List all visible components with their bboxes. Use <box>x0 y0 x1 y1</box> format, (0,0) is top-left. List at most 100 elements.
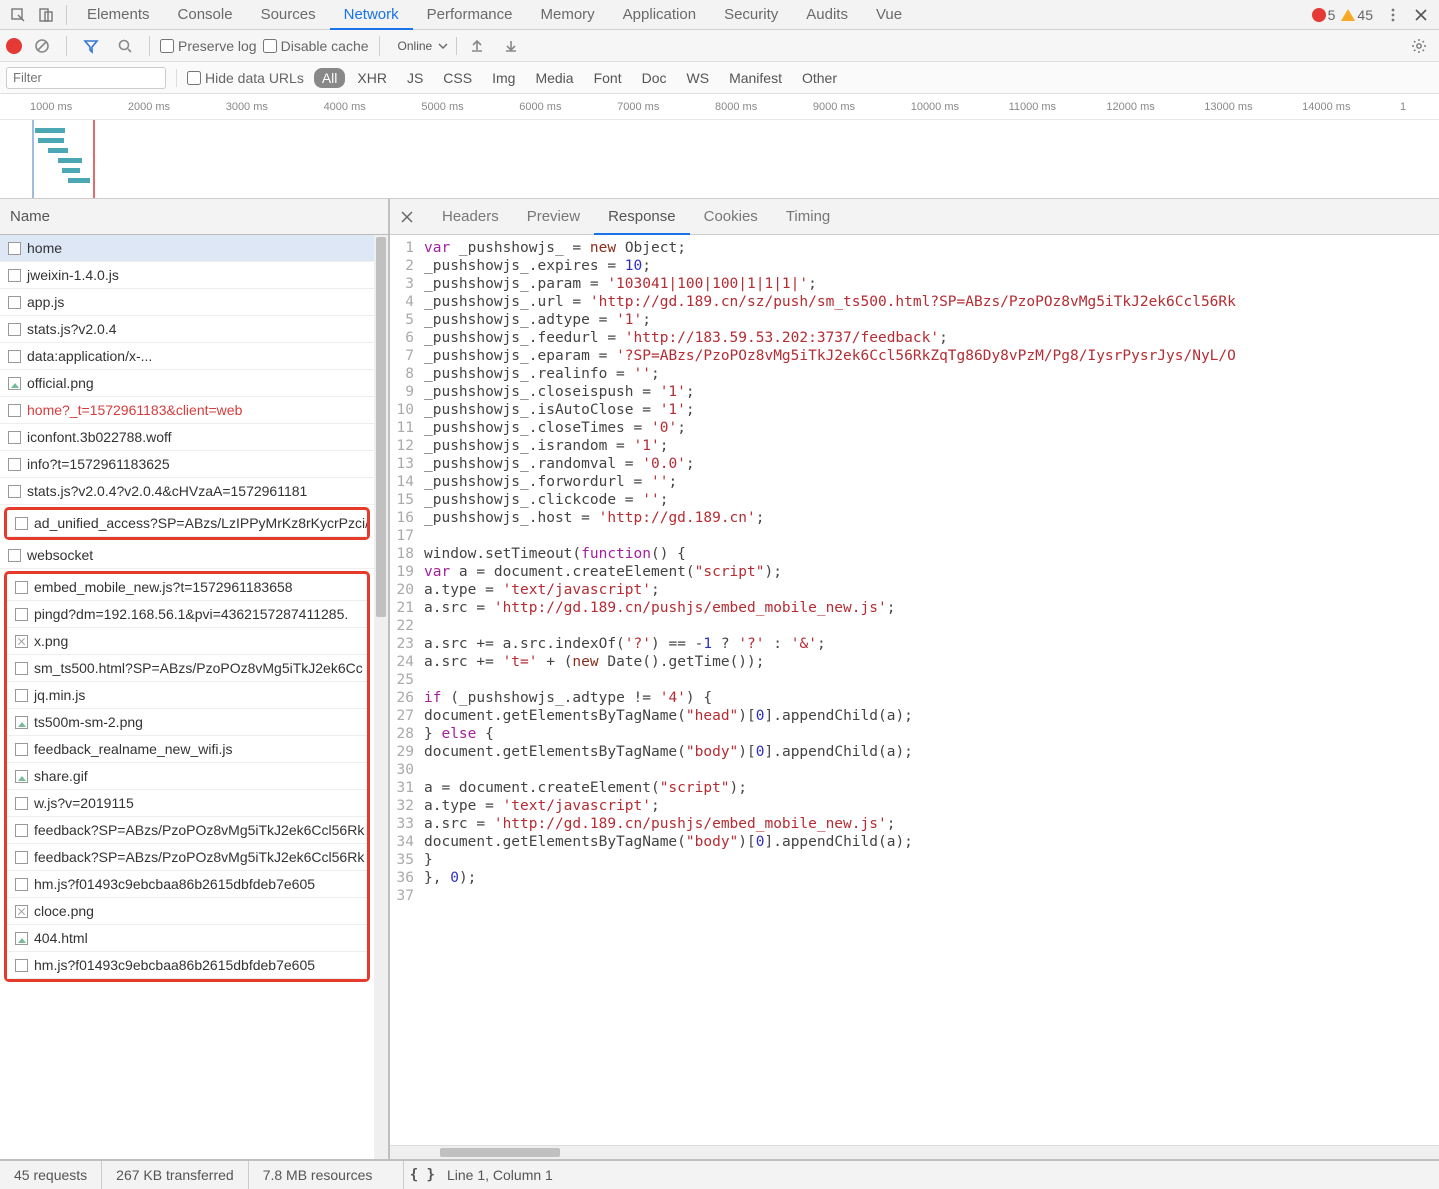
error-count[interactable]: 5 <box>1328 7 1336 23</box>
code-line <box>424 671 1439 689</box>
request-row[interactable]: websocket <box>0 542 374 569</box>
main-panel: Name homejweixin-1.4.0.jsapp.jsstats.js?… <box>0 199 1439 1159</box>
request-row[interactable]: hm.js?f01493c9ebcbaa86b2615dbfdeb7e605 <box>7 952 367 979</box>
request-row[interactable]: cloce.png <box>7 898 367 925</box>
request-row[interactable]: data:application/x-... <box>0 343 374 370</box>
filter-type-img[interactable]: Img <box>484 68 523 88</box>
request-row[interactable]: app.js <box>0 289 374 316</box>
request-name: info?t=1572961183625 <box>27 456 170 472</box>
request-row[interactable]: home?_t=1572961183&client=web <box>0 397 374 424</box>
request-row[interactable]: info?t=1572961183625 <box>0 451 374 478</box>
request-row[interactable]: iconfont.3b022788.woff <box>0 424 374 451</box>
disable-cache-checkbox[interactable]: Disable cache <box>263 38 369 54</box>
settings-gear-icon[interactable] <box>1405 32 1433 60</box>
filter-type-doc[interactable]: Doc <box>634 68 675 88</box>
request-row[interactable]: home <box>0 235 374 262</box>
code-line: a.src = 'http://gd.189.cn/pushjs/embed_m… <box>424 599 1439 617</box>
main-tab-memory[interactable]: Memory <box>527 0 609 30</box>
search-icon[interactable] <box>111 32 139 60</box>
main-tab-vue[interactable]: Vue <box>862 0 916 30</box>
highlight-box: embed_mobile_new.js?t=1572961183658pingd… <box>4 571 370 982</box>
vertical-scrollbar[interactable] <box>374 235 388 1159</box>
request-row[interactable]: jweixin-1.4.0.js <box>0 262 374 289</box>
request-row[interactable]: ad_unified_access?SP=ABzs/LzIPPyMrKz8rKy… <box>7 510 367 537</box>
code-line: _pushshowjs_.expires = 10; <box>424 257 1439 275</box>
filter-type-manifest[interactable]: Manifest <box>721 68 790 88</box>
request-row[interactable]: feedback?SP=ABzs/PzoPOz8vMg5iTkJ2ek6Ccl5… <box>7 817 367 844</box>
main-tab-performance[interactable]: Performance <box>413 0 527 30</box>
filter-type-all[interactable]: All <box>314 68 346 88</box>
filter-type-xhr[interactable]: XHR <box>349 68 395 88</box>
filter-type-font[interactable]: Font <box>586 68 630 88</box>
line-number: 1 <box>390 239 414 257</box>
record-icon[interactable] <box>6 38 22 54</box>
main-tab-network[interactable]: Network <box>330 0 413 30</box>
close-detail-icon[interactable] <box>398 208 416 226</box>
filter-type-other[interactable]: Other <box>794 68 845 88</box>
detail-tab-preview[interactable]: Preview <box>513 199 594 235</box>
kebab-menu-icon[interactable] <box>1379 1 1407 29</box>
code-line: a.src = 'http://gd.189.cn/pushjs/embed_m… <box>424 815 1439 833</box>
request-row[interactable]: w.js?v=2019115 <box>7 790 367 817</box>
response-code-viewer[interactable]: 1234567891011121314151617181920212223242… <box>390 235 1439 1145</box>
request-row[interactable]: stats.js?v2.0.4 <box>0 316 374 343</box>
warning-count[interactable]: 45 <box>1357 7 1373 23</box>
request-row[interactable]: hm.js?f01493c9ebcbaa86b2615dbfdeb7e605 <box>7 871 367 898</box>
filter-type-js[interactable]: JS <box>399 68 431 88</box>
request-row[interactable]: x.png <box>7 628 367 655</box>
request-row[interactable]: pingd?dm=192.168.56.1&pvi=43621572874112… <box>7 601 367 628</box>
request-row[interactable]: feedback?SP=ABzs/PzoPOz8vMg5iTkJ2ek6Ccl5… <box>7 844 367 871</box>
code-line: _pushshowjs_.host = 'http://gd.189.cn'; <box>424 509 1439 527</box>
filter-type-ws[interactable]: WS <box>679 68 718 88</box>
detail-tab-timing[interactable]: Timing <box>772 199 844 235</box>
filter-type-css[interactable]: CSS <box>435 68 480 88</box>
upload-har-icon[interactable] <box>463 32 491 60</box>
code-line: document.getElementsByTagName("body")[0]… <box>424 833 1439 851</box>
request-row[interactable]: 404.html <box>7 925 367 952</box>
detail-tab-cookies[interactable]: Cookies <box>690 199 772 235</box>
clear-icon[interactable] <box>28 32 56 60</box>
detail-tab-headers[interactable]: Headers <box>428 199 513 235</box>
hide-data-urls-checkbox[interactable]: Hide data URLs <box>187 70 304 86</box>
error-icon <box>1312 8 1326 22</box>
code-line: document.getElementsByTagName("head")[0]… <box>424 707 1439 725</box>
detail-tab-response[interactable]: Response <box>594 199 690 235</box>
request-row[interactable]: ts500m-sm-2.png <box>7 709 367 736</box>
waterfall-overview[interactable]: 1000 ms2000 ms3000 ms4000 ms5000 ms6000 … <box>0 94 1439 199</box>
close-devtools-icon[interactable] <box>1407 1 1435 29</box>
timeline-tick: 4000 ms <box>324 101 366 113</box>
main-tab-application[interactable]: Application <box>609 0 710 30</box>
throttle-select[interactable]: Online <box>390 37 458 55</box>
download-har-icon[interactable] <box>497 32 525 60</box>
code-line <box>424 527 1439 545</box>
pretty-print-icon[interactable]: { } <box>404 1167 441 1183</box>
request-row[interactable]: official.png <box>0 370 374 397</box>
file-icon <box>15 635 28 648</box>
filter-input[interactable] <box>6 67 166 89</box>
main-tab-sources[interactable]: Sources <box>247 0 330 30</box>
inspect-icon[interactable] <box>4 1 32 29</box>
preserve-log-checkbox[interactable]: Preserve log <box>160 38 257 54</box>
main-tab-elements[interactable]: Elements <box>73 0 164 30</box>
request-name: iconfont.3b022788.woff <box>27 429 172 445</box>
request-row[interactable]: sm_ts500.html?SP=ABzs/PzoPOz8vMg5iTkJ2ek… <box>7 655 367 682</box>
request-row[interactable]: share.gif <box>7 763 367 790</box>
code-line: a.type = 'text/javascript'; <box>424 797 1439 815</box>
request-row[interactable]: embed_mobile_new.js?t=1572961183658 <box>7 574 367 601</box>
code-line: _pushshowjs_.randomval = '0.0'; <box>424 455 1439 473</box>
name-column-header[interactable]: Name <box>0 199 388 235</box>
line-number: 3 <box>390 275 414 293</box>
filter-type-media[interactable]: Media <box>527 68 581 88</box>
request-row[interactable]: stats.js?v2.0.4?v2.0.4&cHVzaA=1572961181 <box>0 478 374 505</box>
line-number: 14 <box>390 473 414 491</box>
request-row[interactable]: jq.min.js <box>7 682 367 709</box>
main-tab-security[interactable]: Security <box>710 0 792 30</box>
main-tab-console[interactable]: Console <box>164 0 247 30</box>
device-toggle-icon[interactable] <box>32 1 60 29</box>
main-tab-audits[interactable]: Audits <box>792 0 862 30</box>
code-line: }, 0); <box>424 869 1439 887</box>
horizontal-scrollbar[interactable] <box>390 1145 1439 1159</box>
request-row[interactable]: feedback_realname_new_wifi.js <box>7 736 367 763</box>
request-name: websocket <box>27 547 93 563</box>
filter-icon[interactable] <box>77 32 105 60</box>
